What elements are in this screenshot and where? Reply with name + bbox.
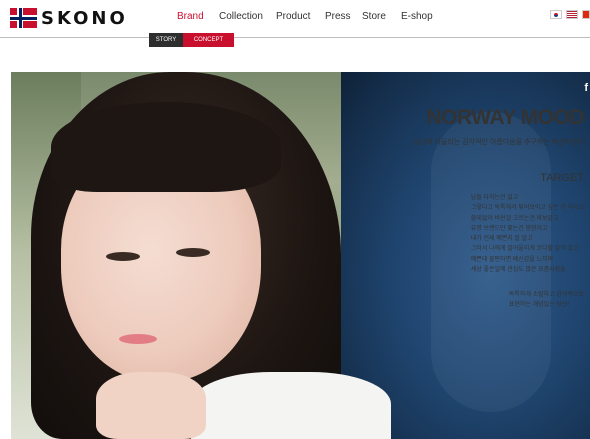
- closing-line: 독특하게 소탈하고 감각적으로: [508, 292, 584, 298]
- subnav-story[interactable]: STORY: [149, 33, 183, 47]
- china-flag-icon[interactable]: [582, 10, 590, 19]
- target-line: 내가 언제 예쁜지 잘 알고: [470, 236, 533, 243]
- target-line: 그러서 나에게 잘어울리게 코디할 감각 있고: [470, 246, 579, 253]
- nav-item-eshop[interactable]: E-shop: [401, 11, 433, 22]
- hero-model-shirt: [191, 372, 391, 439]
- language-selector: [550, 10, 590, 19]
- target-line: 예쁜데 불편하면 배신감을 느끼며: [470, 256, 554, 263]
- target-line: 남들 다하는건 싫고: [470, 195, 519, 201]
- nav-item-press[interactable]: Press: [325, 11, 351, 22]
- facebook-icon[interactable]: f: [584, 82, 588, 94]
- norway-flag-icon: [10, 8, 37, 28]
- target-line: 세상 좋은일에 관심도 많은 요즘사람들: [470, 267, 566, 274]
- target-line: 쓸데없이 비싼걸 고르는건 바보같고: [470, 215, 559, 222]
- target-description: 남들 다하는건 싫고 그렇다고 독특해서 튀어보이고 싶은 건 아니고 쓸데없이…: [471, 193, 584, 275]
- site-header: SKONO Brand Collection Product Press Sto…: [0, 0, 590, 38]
- target-line: 그렇다고 독특해서 튀어보이고 싶은 건 아니고: [470, 205, 584, 212]
- nav-item-store[interactable]: Store: [362, 11, 386, 22]
- target-line: 유명 브랜드만 좇는건 평장이고: [470, 225, 548, 232]
- nav-item-brand[interactable]: Brand: [177, 11, 204, 22]
- closing-line: 표현하는 개념있는 당신!: [508, 302, 570, 309]
- logo-text: SKONO: [41, 7, 128, 29]
- korean-flag-icon[interactable]: [550, 10, 562, 19]
- hero-title: NORWAY MOOD: [426, 106, 585, 129]
- subnav-concept[interactable]: CONCEPT: [183, 33, 234, 47]
- closing-description: 독특하게 소탈하고 감각적으로 표현하는 개념있는 당신!: [509, 290, 584, 311]
- nav-item-collection[interactable]: Collection: [219, 11, 263, 22]
- hero-model-hand: [96, 372, 206, 439]
- us-flag-icon[interactable]: [566, 10, 578, 19]
- brand-subnav: STORY CONCEPT: [149, 33, 234, 47]
- hero-banner: f NORWAY MOOD 일상에 어울리는 감각적인 아름다움을 추구하는 패…: [11, 72, 590, 439]
- nav-item-product[interactable]: Product: [276, 11, 310, 22]
- target-heading: TARGET: [540, 172, 584, 184]
- hero-subtitle: 일상에 어울리는 감각적인 아름다움을 추구하는 패션브랜드: [413, 139, 584, 146]
- brand-logo[interactable]: SKONO: [10, 7, 128, 29]
